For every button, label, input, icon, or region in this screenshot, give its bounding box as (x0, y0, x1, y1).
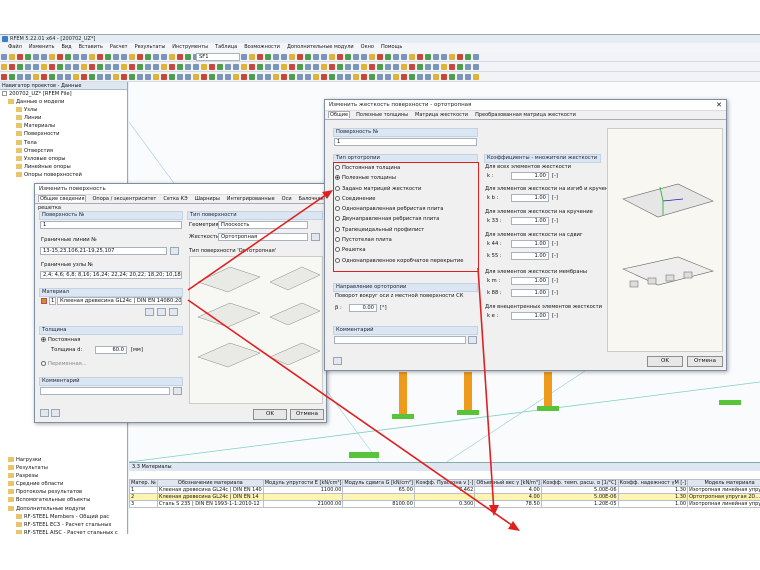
arrowhead (508, 521, 520, 531)
arrow-to-material-model (187, 299, 517, 529)
arrow-to-coefficient (477, 267, 495, 513)
arrowhead (322, 190, 333, 199)
arrow-to-ortho-type (187, 191, 331, 291)
annotation-arrows (187, 190, 520, 531)
